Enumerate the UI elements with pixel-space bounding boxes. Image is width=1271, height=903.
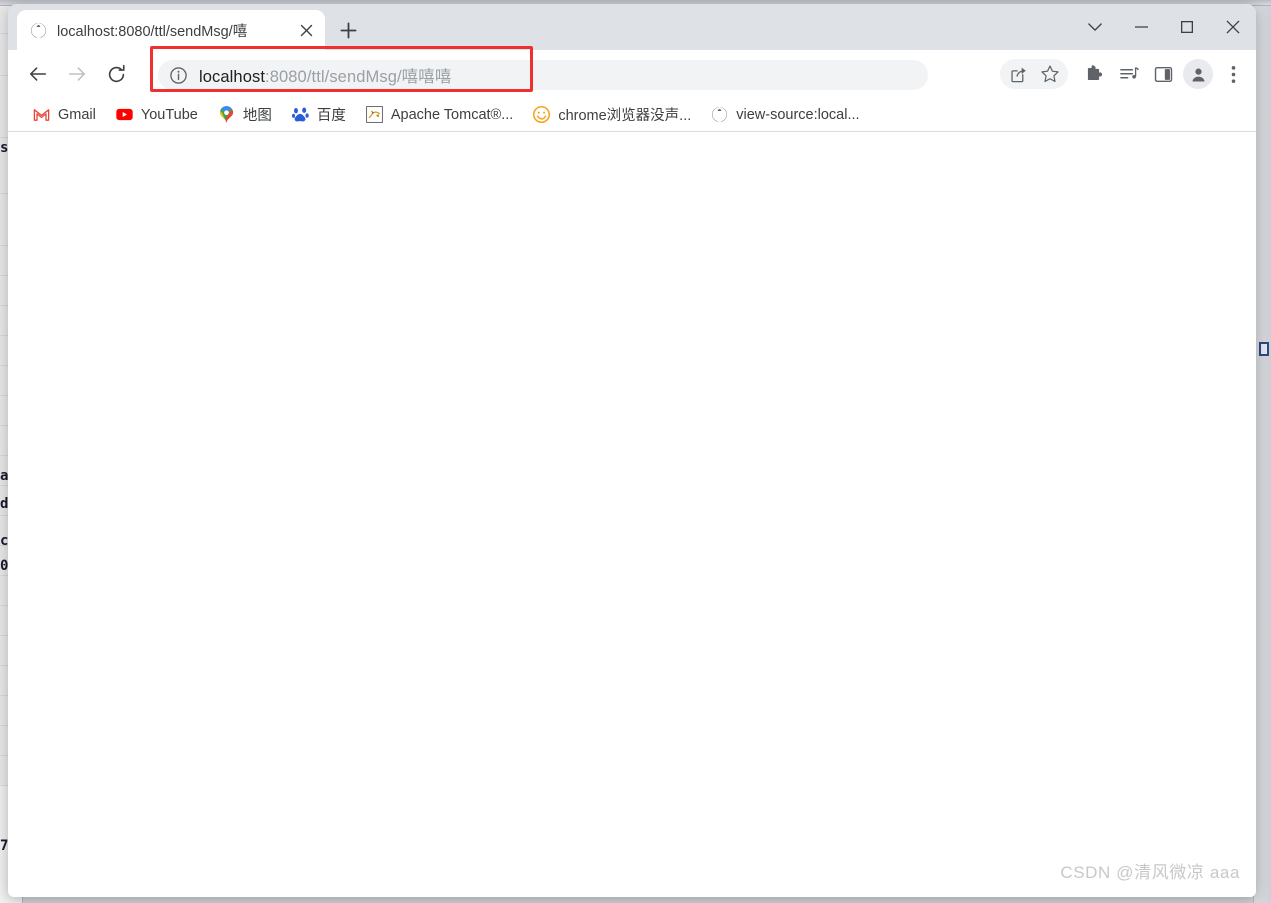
chrome-browser-window: localhost:8080/ttl/sendMsg/嘻 localhost:8… [8,4,1256,897]
bookmark-gmail[interactable]: Gmail [25,102,104,128]
browser-tab[interactable]: localhost:8080/ttl/sendMsg/嘻 [17,10,325,50]
new-tab-button[interactable] [334,16,363,45]
toolbar-actions [1000,57,1250,91]
back-button[interactable] [22,58,54,90]
bg-code-fragment [1259,342,1269,356]
orange-face-icon [533,106,551,123]
maximize-button[interactable] [1164,4,1210,50]
csdn-watermark: CSDN @清风微凉 aaa [1060,863,1240,882]
bookmark-label: YouTube [140,106,198,123]
side-panel-icon[interactable] [1146,57,1180,91]
bookmark-baidu[interactable]: 百度 [284,102,354,128]
tab-close-icon[interactable] [295,19,317,41]
tab-strip: localhost:8080/ttl/sendMsg/嘻 [8,4,1256,50]
reload-button[interactable] [100,58,132,90]
bookmark-label: 地图 [242,108,272,124]
star-icon[interactable] [1034,59,1066,89]
forward-button[interactable] [61,58,93,90]
bookmark-tomcat[interactable]: Apache Tomcat®... [358,102,521,128]
url-path: :8080/ttl/sendMsg/嘻嘻嘻 [265,68,452,86]
bookmark-label: Apache Tomcat®... [390,106,514,123]
kebab-menu-icon[interactable] [1216,57,1250,91]
maps-pin-icon [218,105,235,123]
tab-title: localhost:8080/ttl/sendMsg/嘻 [57,23,248,40]
bookmarks-bar: Gmail YouTube 地图 百度 Apache Tomcat®... ch… [8,98,1256,132]
media-control-icon[interactable] [1112,57,1146,91]
page-content [8,132,40,160]
globe-icon [711,106,728,123]
url-text: localhost:8080/ttl/sendMsg/嘻嘻嘻 [199,63,451,87]
bookmark-chrome-no-sound[interactable]: chrome浏览器没声... [525,102,699,128]
page-viewport[interactable]: CSDN @清风微凉 aaa [8,132,1256,897]
bookmark-label: view-source:local... [736,106,860,123]
bookmark-view-source[interactable]: view-source:local... [703,102,867,128]
extensions-puzzle-icon[interactable] [1078,57,1112,91]
plus-icon [340,22,357,39]
bookmark-label: Gmail [58,106,96,123]
window-controls [1072,4,1256,50]
profile-avatar-icon[interactable] [1183,59,1213,89]
share-bookmark-group [1000,59,1068,89]
minimize-button[interactable] [1118,4,1164,50]
bookmark-maps[interactable]: 地图 [210,102,280,128]
close-button[interactable] [1210,4,1256,50]
tomcat-icon [365,106,383,123]
url-host: localhost [199,68,266,86]
bookmark-label: chrome浏览器没声... [558,108,692,124]
tab-search-button[interactable] [1072,4,1118,50]
browser-toolbar: localhost:8080/ttl/sendMsg/嘻嘻嘻 [8,46,1256,98]
omnibox-container: localhost:8080/ttl/sendMsg/嘻嘻嘻 [150,46,965,92]
bookmark-youtube[interactable]: YouTube [108,102,206,128]
address-bar[interactable]: localhost:8080/ttl/sendMsg/嘻嘻嘻 [158,60,928,90]
info-circle-icon[interactable] [169,66,188,85]
globe-icon [30,22,47,39]
share-icon[interactable] [1002,59,1034,89]
bookmark-label: 百度 [316,108,346,124]
gmail-icon [33,106,50,123]
baidu-icon [291,106,309,123]
youtube-icon [116,106,133,123]
